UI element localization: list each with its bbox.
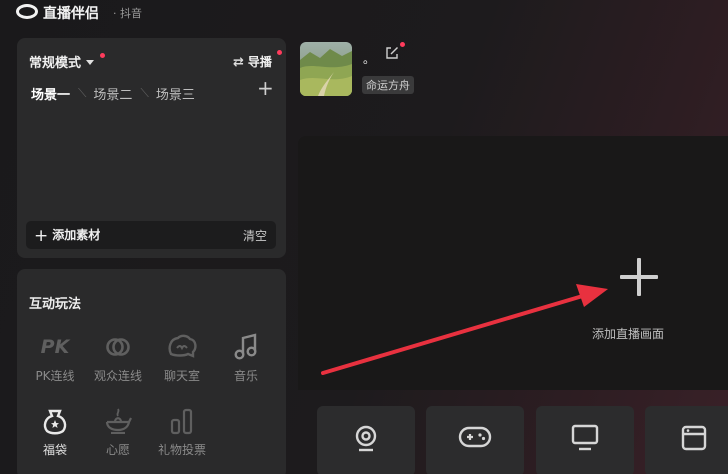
add-scene-icon[interactable]: + [257, 78, 274, 98]
add-material-label: 添加素材 [52, 228, 101, 242]
feature-chatroom[interactable]: 聊天室 [147, 331, 217, 384]
title-bar: 直播伴侣 · 抖音 [0, 0, 728, 26]
avatar[interactable] [300, 42, 352, 96]
add-screen-plus-icon[interactable] [620, 258, 658, 296]
category-tag[interactable]: 命运方舟 [362, 76, 414, 94]
gamepad-icon [458, 426, 492, 448]
feature-audience-link[interactable]: 观众连线 [83, 331, 153, 384]
mode-notification-dot [100, 53, 105, 58]
swap-icon: ⇄ [233, 55, 244, 70]
feature-gift-vote[interactable]: 礼物投票 [147, 405, 217, 458]
window-icon [681, 425, 707, 451]
streamer-name: 。 [363, 52, 376, 66]
camera-icon [355, 425, 377, 452]
director-label: 导播 [247, 55, 272, 69]
tab-scene-2[interactable]: 场景二 [93, 84, 138, 103]
source-camera-button[interactable] [317, 406, 415, 474]
feature-label: 音乐 [233, 369, 258, 383]
monitor-icon [571, 424, 599, 451]
feature-label: 聊天室 [163, 369, 200, 383]
feature-pk[interactable]: PK PK连线 [20, 331, 90, 384]
caret-down-icon [86, 60, 95, 65]
app-title: 直播伴侣 [43, 6, 99, 22]
tab-divider: ⟍ [140, 86, 149, 100]
pk-icon: PK [40, 336, 70, 358]
link-icon [83, 331, 153, 363]
feature-label: 心愿 [105, 443, 130, 457]
add-material-button[interactable]: + 添加素材 [34, 226, 100, 246]
music-icon [211, 331, 281, 363]
scene-tabs: 场景一 ⟍ 场景二 ⟍ 场景三 [31, 84, 201, 103]
feature-lucky-bag[interactable]: 福袋 [20, 405, 90, 458]
tab-scene-1[interactable]: 场景一 [31, 84, 76, 103]
mode-dropdown[interactable]: 常规模式 [29, 52, 95, 71]
app-logo-icon [16, 4, 38, 19]
interact-title: 互动玩法 [29, 297, 82, 312]
clear-button[interactable]: 清空 [243, 227, 267, 244]
source-game-button[interactable] [426, 406, 524, 474]
edit-notification-dot [400, 42, 405, 47]
feature-label: 礼物投票 [157, 443, 206, 457]
plus-icon: + [34, 226, 49, 246]
mode-label: 常规模式 [29, 56, 82, 71]
feature-label: 福袋 [42, 443, 67, 457]
feature-wish[interactable]: 心愿 [83, 405, 153, 458]
lucky-bag-icon [20, 405, 90, 437]
feature-label: PK连线 [35, 369, 75, 383]
tab-scene-3[interactable]: 场景三 [156, 84, 201, 103]
wish-lamp-icon [83, 405, 153, 437]
tab-divider: ⟍ [78, 86, 87, 100]
director-button[interactable]: ⇄ 导播 [233, 53, 272, 70]
feature-music[interactable]: 音乐 [211, 331, 281, 384]
director-notification-dot [277, 50, 282, 55]
interact-panel: 互动玩法 PK PK连线 观众连线 聊天室 音乐 福袋 心愿 礼物投票 [17, 269, 286, 474]
vote-chart-icon [147, 405, 217, 437]
feature-label: 观众连线 [93, 369, 142, 383]
chat-icon [147, 331, 217, 363]
material-bar: + 添加素材 清空 [26, 221, 276, 249]
add-screen-label: 添加直播画面 [592, 327, 665, 341]
live-preview-area[interactable] [298, 136, 728, 390]
scene-panel: 常规模式 ⇄ 导播 场景一 ⟍ 场景二 ⟍ 场景三 + + 添加素材 清空 [17, 38, 286, 258]
edit-icon[interactable] [385, 45, 399, 64]
source-window-button[interactable] [645, 406, 728, 474]
platform-label: · 抖音 [113, 7, 142, 20]
source-screen-button[interactable] [536, 406, 634, 474]
